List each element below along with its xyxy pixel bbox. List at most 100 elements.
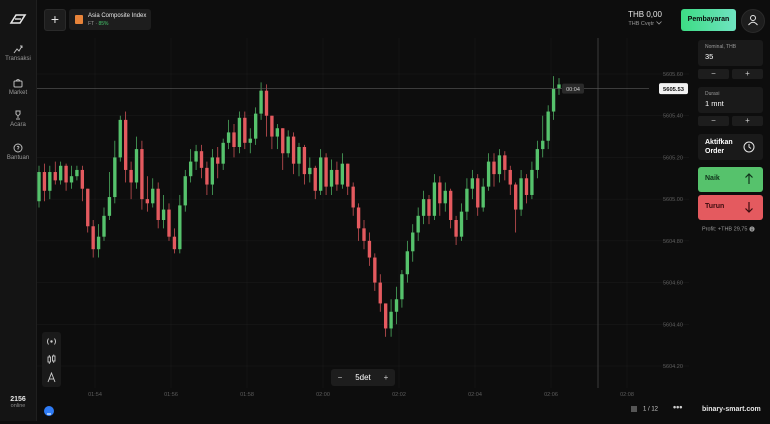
- candle: [373, 257, 377, 283]
- buy-up-button[interactable]: Naik: [698, 167, 763, 192]
- arrow-down-icon: [745, 202, 753, 213]
- candles-icon[interactable]: [46, 354, 57, 365]
- y-tick-label: 5605.20: [663, 155, 683, 161]
- y-tick-label: 5605.40: [663, 114, 683, 120]
- x-axis: 01:54 01:56 01:58 02:00 02:02 02:04 02:06 02:08: [88, 392, 634, 398]
- candle: [465, 188, 469, 212]
- profile-button[interactable]: [741, 9, 765, 33]
- candle: [313, 167, 317, 191]
- x-tick-label: 02:06: [544, 392, 558, 398]
- profit-info: Profit: +THB 29,75: [702, 226, 755, 232]
- y-tick-label: 5605.00: [663, 197, 683, 203]
- balance-selector[interactable]: THB 0,00 THB Cvętr: [620, 10, 670, 27]
- duration-label: Durasi: [705, 91, 720, 97]
- pending-order-button[interactable]: Aktifkan Order: [698, 134, 763, 160]
- x-tick-label: 02:02: [392, 392, 406, 398]
- candle: [281, 128, 285, 154]
- sidebar-item-acara[interactable]: Acara: [0, 110, 36, 128]
- timeframe-value: 5det: [355, 373, 371, 382]
- candle: [291, 136, 296, 164]
- sidebar-item-label: Acara: [10, 122, 26, 128]
- price-chart[interactable]: 5605.60 5605.40 5605.20 5605.00 5604.80 5604.…: [37, 38, 689, 398]
- zoom-in-button[interactable]: +: [377, 369, 395, 386]
- sidebar-item-transaksi[interactable]: Transaksi: [0, 44, 36, 62]
- amount-field[interactable]: Nominal, THB 35: [698, 40, 763, 66]
- candle: [270, 115, 274, 137]
- duration-decrease-button[interactable]: −: [698, 116, 729, 126]
- x-tick-label: 02:00: [316, 392, 330, 398]
- candle: [248, 138, 252, 143]
- duration-increase-button[interactable]: +: [732, 116, 763, 126]
- candle: [64, 165, 68, 183]
- candle: [259, 90, 263, 114]
- candle: [243, 117, 247, 143]
- amount-increase-button[interactable]: +: [732, 69, 763, 79]
- candle: [427, 199, 431, 216]
- candle: [519, 178, 523, 210]
- asset-type: FT: [88, 21, 95, 27]
- layout-pager[interactable]: 1 / 12: [631, 406, 658, 413]
- sidebar-item-label: Market: [8, 90, 28, 96]
- account-label: THB Cvętr: [628, 21, 655, 27]
- trade-icon: [13, 45, 23, 54]
- duration-field[interactable]: Durasi 1 mnt: [698, 87, 763, 113]
- candle: [123, 119, 128, 170]
- online-count: 2156: [10, 396, 26, 403]
- candle: [80, 169, 85, 189]
- info-icon[interactable]: [749, 226, 755, 232]
- candle: [362, 228, 366, 241]
- asset-name: Asia Composite Index: [88, 13, 147, 19]
- asset-tab[interactable]: Asia Composite Index FT · 85%: [69, 9, 151, 30]
- candle: [308, 167, 312, 175]
- candle: [75, 169, 79, 177]
- down-label: Turun: [705, 203, 725, 210]
- logo-icon[interactable]: [9, 13, 27, 25]
- pager-text: 1 / 12: [643, 406, 659, 413]
- chart-settings-button[interactable]: [44, 406, 54, 416]
- brand-watermark: binary-smart.com: [702, 406, 761, 413]
- candle: [389, 311, 393, 329]
- candle: [378, 282, 382, 304]
- sidebar-item-market[interactable]: Market: [0, 78, 36, 96]
- candle: [454, 220, 458, 237]
- asset-payout: 85%: [98, 21, 109, 27]
- candle: [172, 236, 177, 250]
- online-counter: 2156 online: [0, 396, 36, 409]
- market-icon: [13, 79, 23, 88]
- candle: [53, 172, 57, 181]
- balance-amount: THB 0,00: [628, 10, 662, 19]
- more-button[interactable]: •••: [673, 402, 682, 412]
- y-axis: 5605.60 5605.40 5605.20 5605.00 5604.80 5604.…: [663, 72, 683, 370]
- pending-order-label: Aktifkan Order: [705, 139, 733, 155]
- drawing-icon[interactable]: [46, 372, 57, 383]
- candle: [329, 169, 334, 187]
- amount-value: 35: [705, 52, 714, 61]
- candle: [205, 167, 209, 185]
- candle: [470, 178, 475, 189]
- chart-tools: [42, 332, 61, 387]
- candle: [264, 90, 269, 116]
- sell-down-button[interactable]: Turun: [698, 195, 763, 220]
- candle: [367, 240, 372, 258]
- candle: [183, 176, 187, 206]
- candle: [91, 226, 95, 250]
- payment-button[interactable]: Pembayaran: [681, 9, 736, 31]
- amount-label: Nominal, THB: [705, 44, 737, 50]
- minus-icon: [47, 413, 51, 415]
- zoom-out-button[interactable]: −: [331, 369, 349, 386]
- signal-icon[interactable]: [46, 336, 57, 347]
- amount-decrease-button[interactable]: −: [698, 69, 729, 79]
- candle: [145, 199, 150, 204]
- y-tick-label: 5604.60: [663, 281, 683, 287]
- candle: [167, 209, 171, 237]
- candle: [448, 190, 453, 220]
- add-asset-button[interactable]: +: [44, 9, 66, 31]
- sidebar-item-bantuan[interactable]: Bantuan: [0, 143, 36, 161]
- candle: [226, 132, 231, 143]
- candle: [42, 172, 47, 191]
- x-tick-label: 02:04: [468, 392, 482, 398]
- candle: [161, 209, 166, 220]
- candle: [118, 119, 122, 158]
- arrow-up-icon: [745, 173, 753, 184]
- candle: [513, 184, 518, 210]
